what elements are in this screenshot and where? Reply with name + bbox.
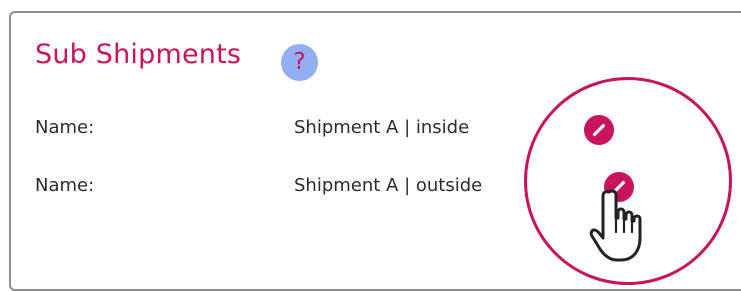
hand-pointer-icon: [589, 189, 642, 262]
row-2-label: Name:: [35, 175, 95, 196]
section-title: Sub Shipments: [35, 39, 242, 70]
help-icon[interactable]: ?: [281, 44, 318, 81]
row-1-label: Name:: [35, 117, 95, 138]
row-1-value: Shipment A | inside: [294, 117, 470, 138]
edit-button-row-1[interactable]: [584, 115, 614, 145]
row-2-value: Shipment A | outside: [294, 175, 483, 196]
pencil-icon: [592, 124, 605, 137]
